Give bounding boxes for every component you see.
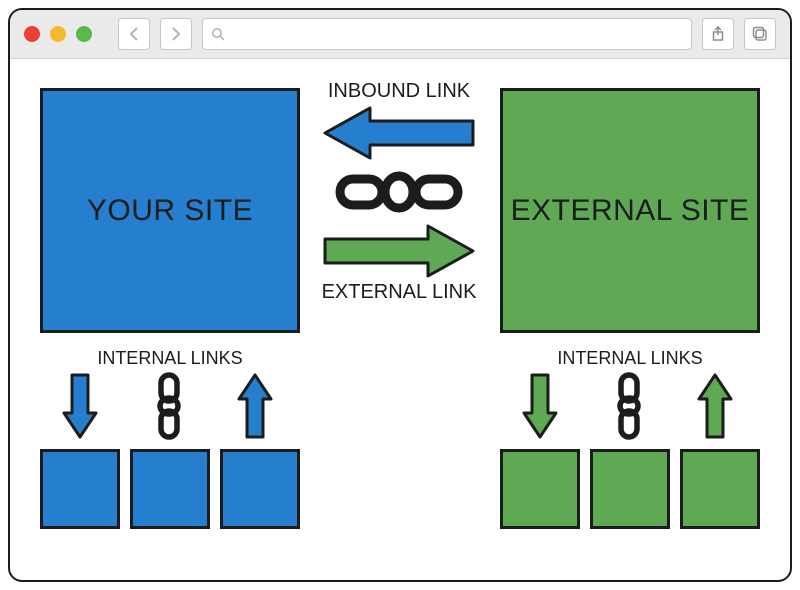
chain-icon bbox=[334, 167, 464, 217]
internal-links-label-left: INTERNAL LINKS bbox=[40, 348, 300, 369]
your-site-subpage-box bbox=[220, 449, 300, 529]
inbound-arrow-icon bbox=[315, 103, 483, 163]
external-arrow-icon bbox=[315, 221, 483, 281]
chevron-left-icon bbox=[128, 27, 140, 41]
titlebar bbox=[10, 10, 790, 59]
share-button[interactable] bbox=[702, 18, 734, 50]
browser-window: YOUR SITE EXTERNAL SITE INBOUND LINK bbox=[8, 8, 792, 582]
external-site-internal-group: INTERNAL LINKS bbox=[500, 348, 760, 529]
search-icon bbox=[211, 27, 225, 41]
link-arrows-group: INBOUND LINK EXTERNAL LINK bbox=[315, 80, 483, 304]
external-link-label: EXTERNAL LINK bbox=[315, 281, 483, 304]
your-site-subpage-box bbox=[130, 449, 210, 529]
forward-button[interactable] bbox=[160, 18, 192, 50]
chain-small-icon bbox=[612, 371, 646, 441]
zoom-icon[interactable] bbox=[76, 26, 92, 42]
external-site-subpage-box bbox=[500, 449, 580, 529]
chevron-right-icon bbox=[170, 27, 182, 41]
your-site-box: YOUR SITE bbox=[40, 88, 300, 333]
address-bar[interactable] bbox=[202, 18, 692, 50]
minimize-icon[interactable] bbox=[50, 26, 66, 42]
arrow-up-icon bbox=[695, 371, 735, 441]
internal-links-label-right: INTERNAL LINKS bbox=[500, 348, 760, 369]
external-site-label: EXTERNAL SITE bbox=[511, 194, 750, 228]
arrow-down-icon bbox=[60, 371, 100, 441]
tabs-button[interactable] bbox=[744, 18, 776, 50]
arrow-down-icon bbox=[520, 371, 560, 441]
chain-small-icon bbox=[152, 371, 186, 441]
inbound-link-label: INBOUND LINK bbox=[315, 80, 483, 103]
share-icon bbox=[711, 26, 725, 42]
close-icon[interactable] bbox=[24, 26, 40, 42]
your-site-subpage-box bbox=[40, 449, 120, 529]
external-site-subpage-box bbox=[680, 449, 760, 529]
back-button[interactable] bbox=[118, 18, 150, 50]
diagram-canvas: YOUR SITE EXTERNAL SITE INBOUND LINK bbox=[10, 58, 790, 580]
your-site-internal-group: INTERNAL LINKS bbox=[40, 348, 300, 529]
your-site-label: YOUR SITE bbox=[87, 194, 253, 228]
external-site-subpage-box bbox=[590, 449, 670, 529]
external-site-box: EXTERNAL SITE bbox=[500, 88, 760, 333]
tabs-icon bbox=[752, 26, 768, 42]
arrow-up-icon bbox=[235, 371, 275, 441]
